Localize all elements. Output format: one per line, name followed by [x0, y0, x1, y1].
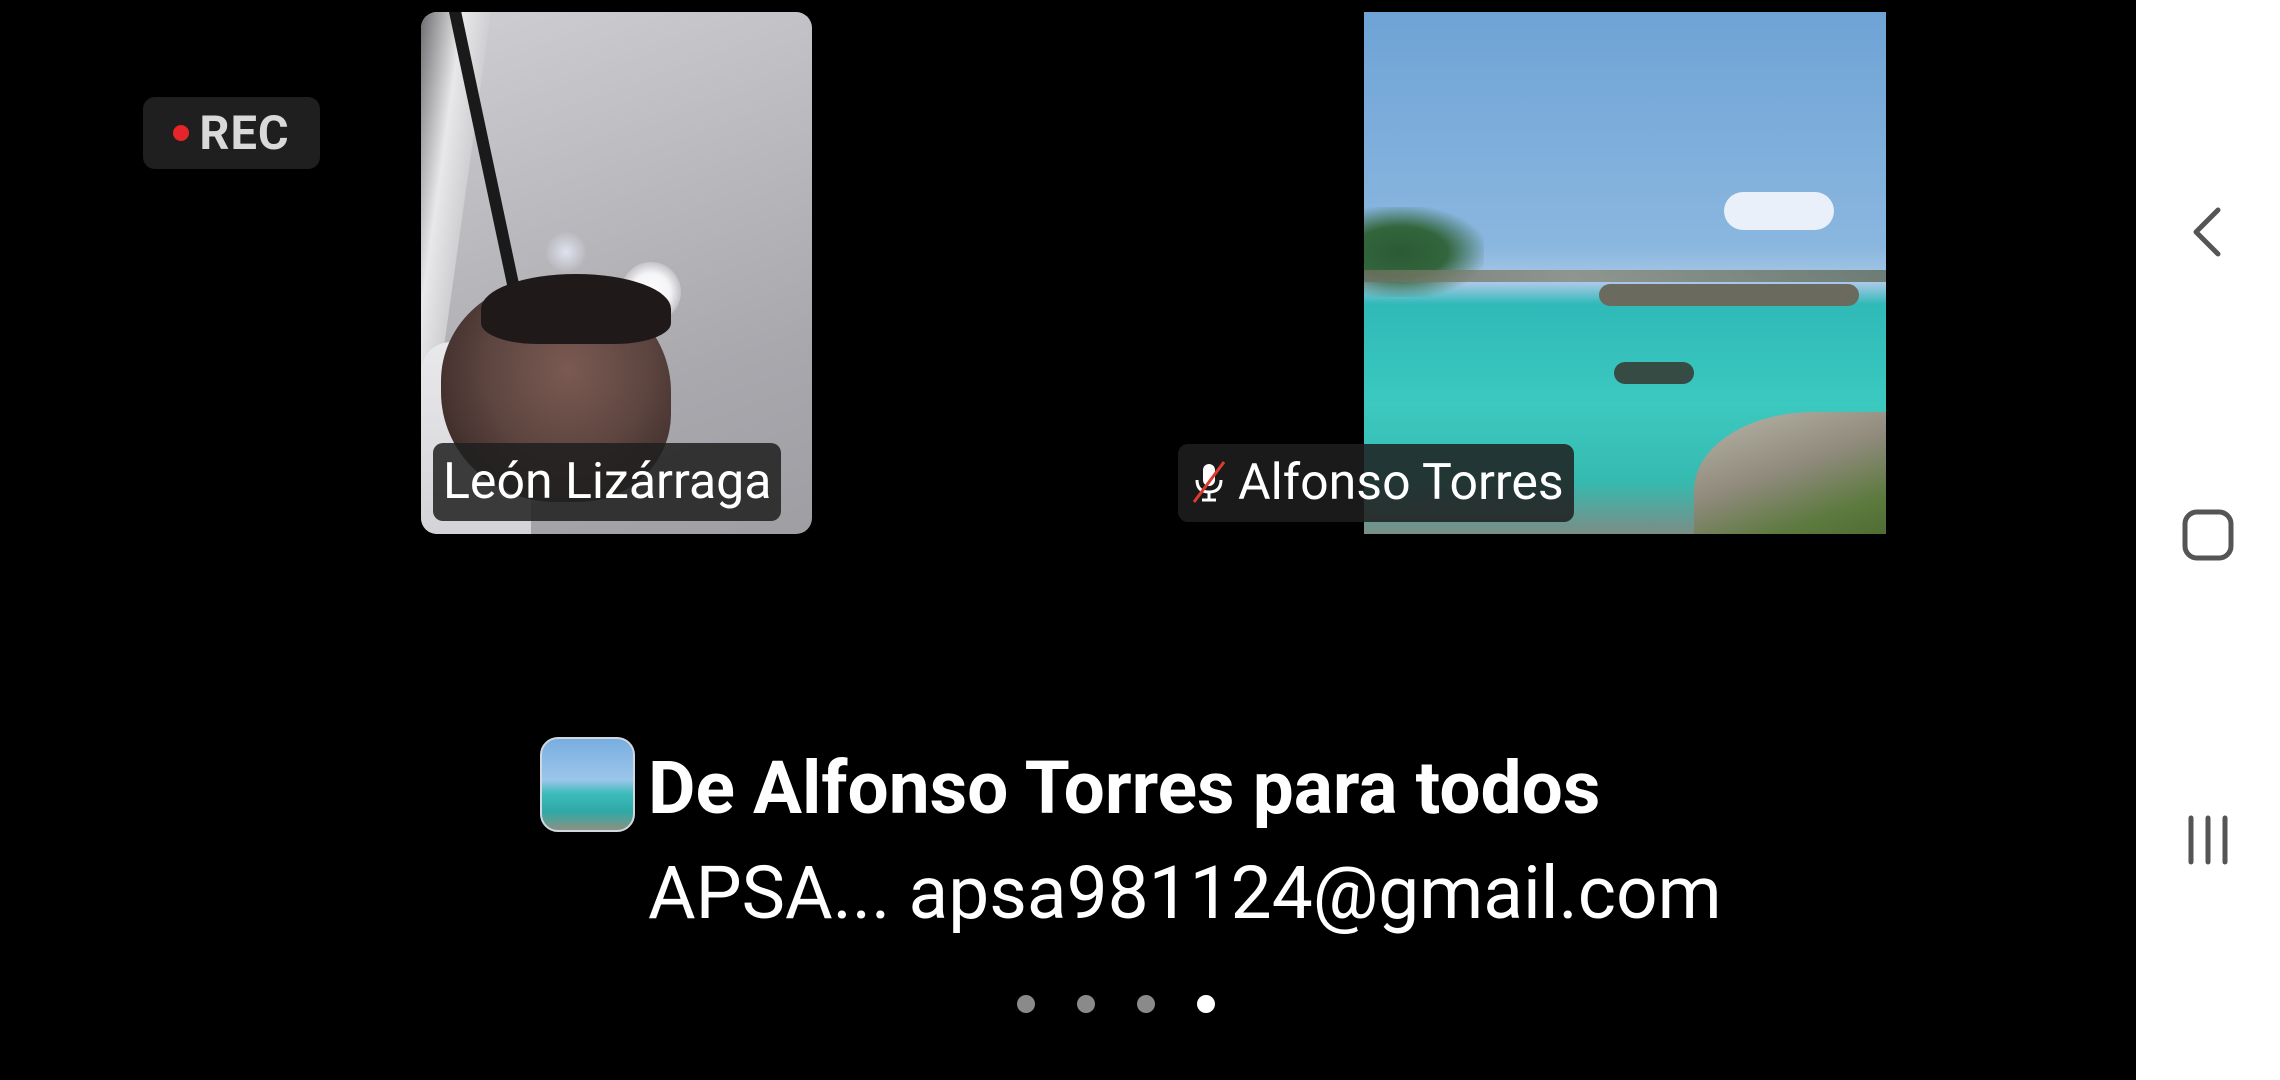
page-dot-active[interactable] — [1197, 995, 1215, 1013]
ceiling-light — [546, 232, 586, 272]
page-indicator — [1017, 995, 1215, 1013]
chat-notification-message[interactable]: APSA... apsa981124@gmail.com — [648, 850, 1722, 936]
page-dot[interactable] — [1017, 995, 1035, 1013]
android-navigation-bar — [2136, 0, 2280, 1080]
participant-name: León Lizárraga — [443, 453, 772, 511]
page-dot[interactable] — [1077, 995, 1095, 1013]
record-dot-icon — [173, 125, 190, 141]
chat-notification-title[interactable]: De Alfonso Torres para todos — [648, 745, 1600, 831]
horizon — [1364, 270, 1886, 282]
participant-name: Alfonso Torres — [1238, 454, 1564, 512]
rounded-square-icon — [2182, 509, 2234, 561]
participant-name-label: Alfonso Torres — [1178, 444, 1574, 522]
mic-muted-icon — [1188, 458, 1230, 508]
palm-trees — [1364, 207, 1484, 297]
recording-label: REC — [199, 105, 290, 161]
shore — [1694, 412, 1886, 534]
rock-reef — [1599, 284, 1859, 306]
home-button[interactable] — [2136, 475, 2280, 595]
rock — [1614, 362, 1694, 384]
participant-hair — [481, 274, 671, 344]
recording-indicator[interactable]: REC — [143, 97, 320, 169]
zoom-meeting-screen: REC León Lizárraga Alfonso Torres De Alf… — [0, 0, 2280, 1080]
chat-sender-avatar — [540, 737, 635, 832]
page-dot[interactable] — [1137, 995, 1155, 1013]
three-bars-icon — [2188, 815, 2228, 865]
chevron-left-icon — [2193, 207, 2221, 257]
recent-apps-button[interactable] — [2136, 780, 2280, 900]
participant-name-label: León Lizárraga — [433, 443, 782, 521]
back-button[interactable] — [2136, 172, 2280, 292]
meeting-gallery[interactable]: REC León Lizárraga Alfonso Torres De Alf… — [0, 0, 2136, 1080]
cloud — [1724, 192, 1834, 230]
